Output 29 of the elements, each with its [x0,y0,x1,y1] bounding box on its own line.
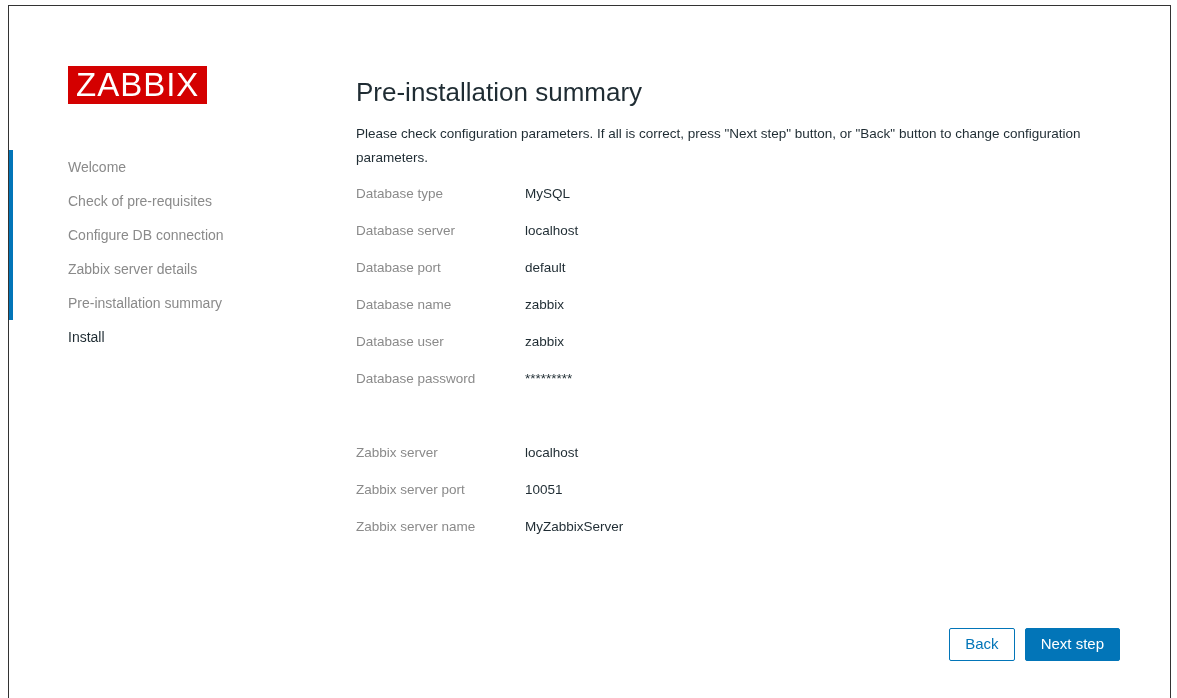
field-value: zabbix [525,296,565,315]
page-title: Pre-installation summary [356,76,644,109]
field-label: Database type [356,185,445,204]
field-label: Zabbix server port [356,481,466,500]
step-label: Check of pre-requisites [68,191,212,211]
zabbix-logo: ZABBIX [68,66,208,104]
step-label: Welcome [68,157,127,177]
field-label: Database port [356,259,442,278]
step-label: Pre-installation summary [68,293,223,313]
step-label: Zabbix server details [68,259,198,279]
field-label: Zabbix server name [356,518,477,537]
field-label: Database user [356,333,445,352]
field-value: localhost [525,222,579,241]
field-label: Database password [356,370,477,389]
back-button[interactable]: Back [949,628,1015,661]
field-value: MySQL [525,185,570,204]
step-label: Install [68,327,105,347]
field-label: Database server [356,222,457,241]
field-label: Database name [356,296,453,315]
field-value: MyZabbixServer [525,518,624,537]
field-value: 10051 [525,481,563,500]
field-value: ********* [525,370,573,389]
field-value: localhost [525,444,579,463]
field-value: default [525,259,566,278]
field-value: zabbix [525,333,565,352]
next-step-button[interactable]: Next step [1024,628,1120,661]
field-label: Zabbix server [356,444,439,463]
step-label: Configure DB connection [68,225,224,245]
description-text: Please check configuration parameters. If all is correct, press "Next step" button, or "Back" button to change configuration parameters. [356,125,1082,167]
